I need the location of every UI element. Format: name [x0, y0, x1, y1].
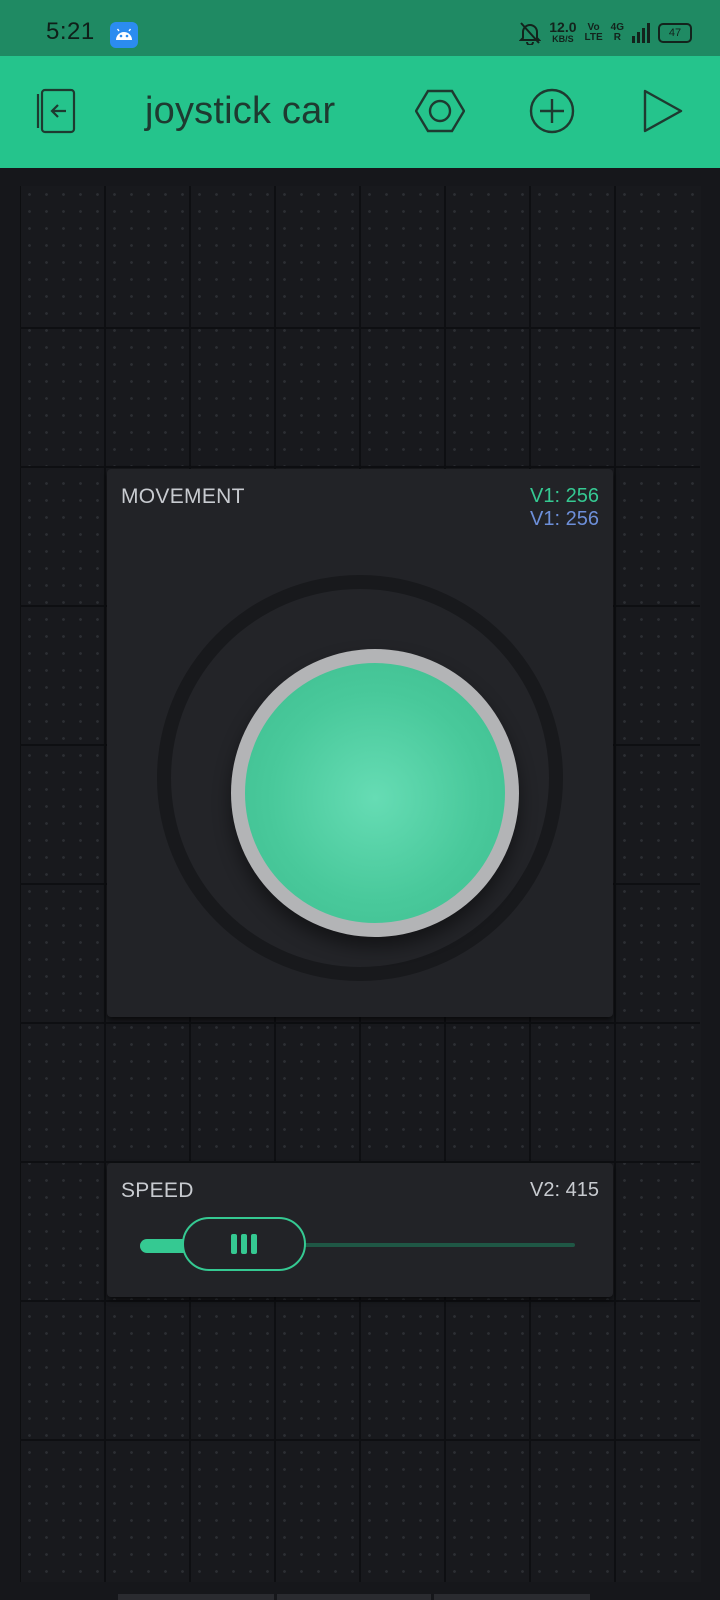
hexagon-settings-icon[interactable] — [415, 86, 465, 136]
joystick-base — [157, 575, 563, 981]
joystick-x-pin-label: V1: 256 — [530, 485, 599, 507]
project-title: joystick car — [145, 90, 336, 132]
app-toolbar: joystick car — [0, 56, 720, 168]
speed-slider-widget[interactable]: SPEED V2: 415 — [107, 1163, 613, 1297]
nav-hint-center — [277, 1594, 431, 1600]
nav-hint-right — [434, 1594, 590, 1600]
joystick-y-pin-label: V1: 256 — [530, 508, 599, 530]
slider-value-label: V2: 415 — [530, 1179, 599, 1201]
grip-icon — [231, 1234, 258, 1254]
joystick-knob[interactable] — [231, 649, 519, 937]
net-speed: 12.0 KB/S — [549, 19, 577, 44]
volte-indicator: Vo LTE — [584, 22, 603, 43]
slider-title: SPEED — [121, 1179, 194, 1202]
play-icon[interactable] — [637, 86, 687, 136]
bell-off-icon — [519, 22, 542, 45]
exit-icon[interactable] — [32, 86, 82, 136]
battery-indicator: 47 — [658, 23, 692, 43]
network-type: 4G R — [610, 22, 624, 43]
status-bar: 5:21 12.0 KB/S Vo LTE 4G R 47 — [0, 0, 720, 56]
slider-thumb[interactable] — [182, 1217, 307, 1271]
joystick-widget[interactable]: MOVEMENT V1: 256 V1: 256 — [107, 469, 613, 1017]
status-indicators: 12.0 KB/S Vo LTE 4G R 47 — [519, 18, 692, 48]
status-time: 5:21 — [46, 18, 95, 45]
joystick-ring — [171, 589, 549, 967]
nav-hint-left — [118, 1594, 274, 1600]
android-icon — [110, 22, 138, 48]
signal-icon — [632, 23, 650, 43]
plus-circle-icon[interactable] — [527, 86, 577, 136]
joystick-title: MOVEMENT — [121, 485, 245, 508]
joystick-knob-face — [245, 663, 505, 923]
